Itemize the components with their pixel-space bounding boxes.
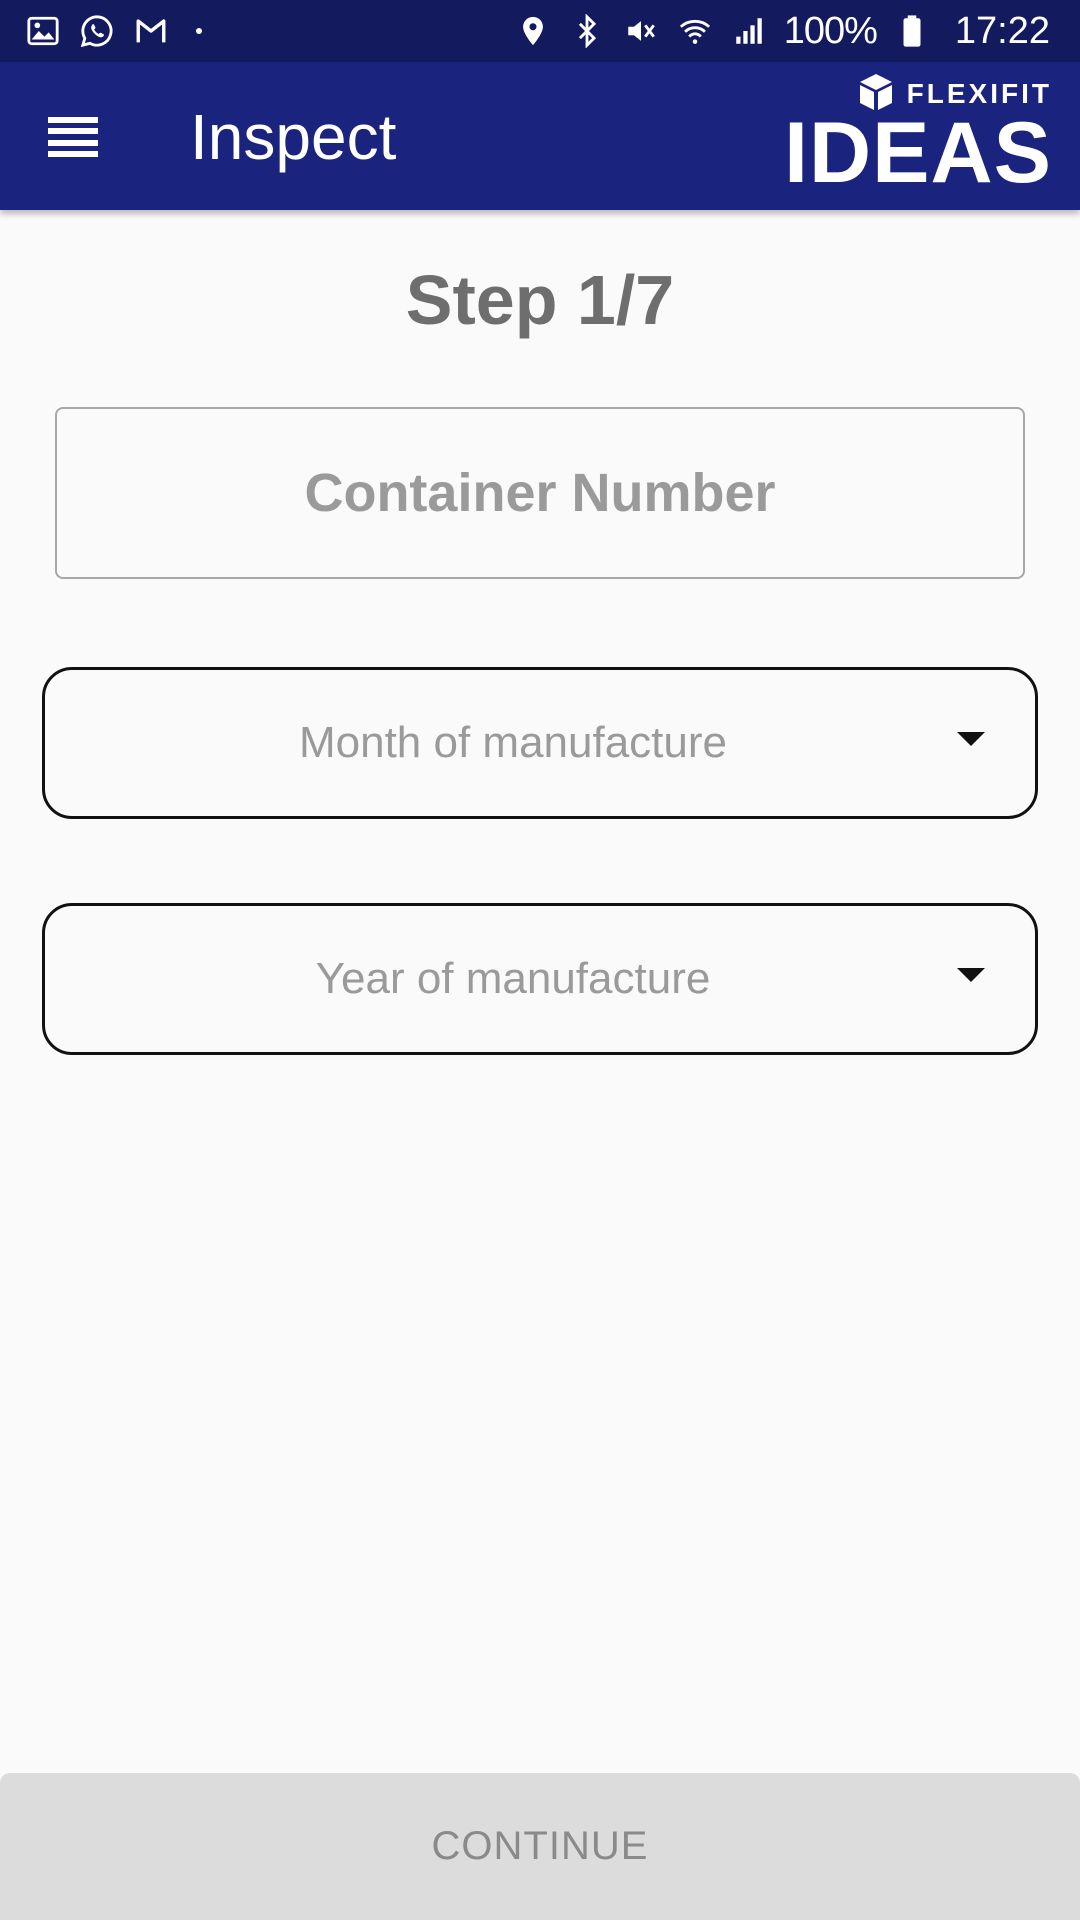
logo-big-text: IDEAS — [784, 105, 1052, 201]
battery-percentage: 100% — [783, 9, 878, 52]
status-left-icons — [24, 12, 202, 50]
caret-down-icon — [957, 968, 985, 982]
status-bar: 100% 17:22 — [0, 0, 1080, 62]
clock: 17:22 — [954, 9, 1050, 52]
container-number-input[interactable] — [55, 407, 1025, 579]
bluetooth-icon — [568, 12, 606, 50]
gallery-icon — [24, 12, 62, 50]
year-select-placeholder: Year of manufacture — [315, 954, 711, 1003]
whatsapp-icon — [78, 12, 116, 50]
continue-button[interactable]: CONTINUE — [0, 1773, 1080, 1920]
wifi-icon — [676, 12, 714, 50]
dot-icon — [196, 28, 202, 34]
flexifit-ideas-logo: FLEXIFIT IDEAS — [784, 68, 1052, 198]
page-title: Inspect — [190, 101, 397, 173]
step-indicator: Step 1/7 — [405, 261, 675, 339]
signal-icon — [730, 12, 768, 50]
month-select-placeholder: Month of manufacture — [298, 718, 727, 767]
menu-icon[interactable] — [48, 117, 98, 157]
month-of-manufacture-select[interactable]: Month of manufacture — [42, 667, 1038, 819]
battery-icon — [893, 12, 931, 50]
status-right-icons: 100% 17:22 — [514, 10, 1050, 53]
year-of-manufacture-select[interactable]: Year of manufacture — [42, 903, 1038, 1055]
caret-down-icon — [957, 732, 985, 746]
mute-vibrate-icon — [622, 12, 660, 50]
location-icon — [514, 12, 552, 50]
gmail-icon — [132, 12, 170, 50]
app-bar: Inspect FLEXIFIT IDEAS — [0, 62, 1080, 210]
